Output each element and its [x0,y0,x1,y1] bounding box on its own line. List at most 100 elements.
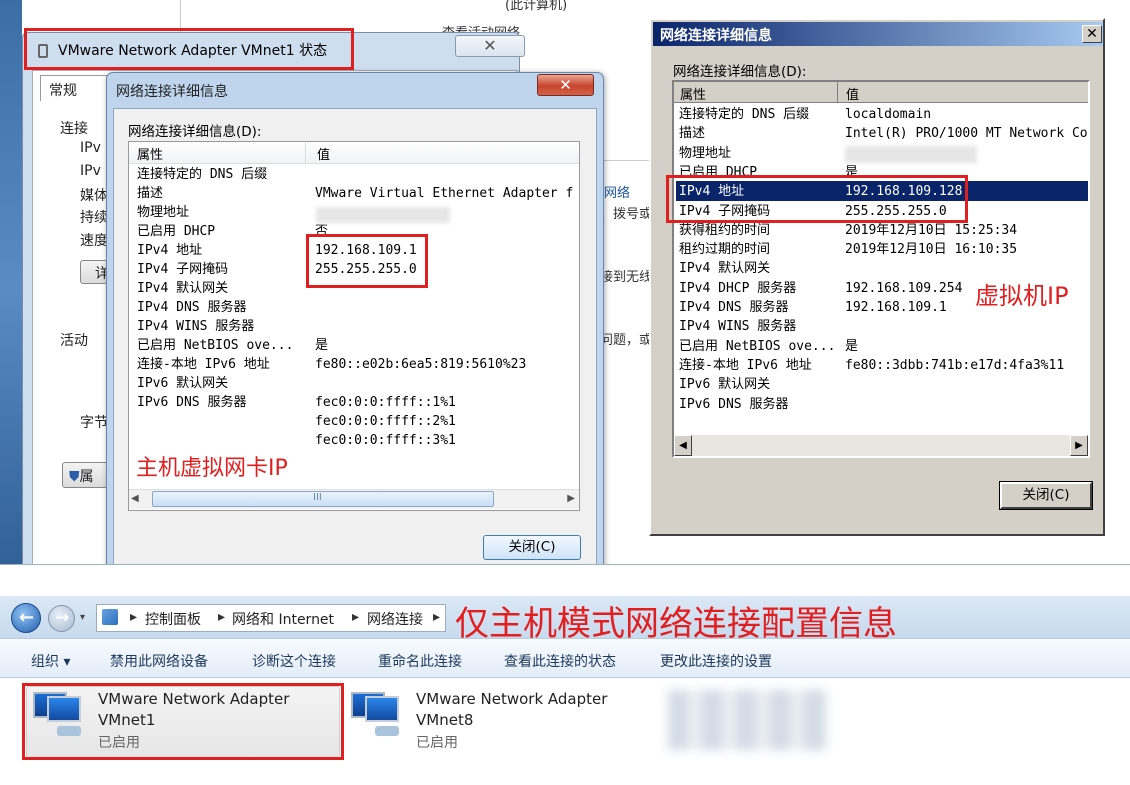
detail-property[interactable]: 连接-本地 IPv6 地址 [679,356,812,375]
scroll-right-icon[interactable]: ▶ [1070,435,1088,456]
breadcrumb-item[interactable]: 网络连接 [367,609,423,629]
detail-value[interactable]: VMware Virtual Ethernet Adapter f [315,184,573,203]
detail-property[interactable]: 已启用 NetBIOS ove... [679,337,835,356]
detail-property[interactable]: 已启用 DHCP [137,222,215,241]
bg-dial-text: 、拨号或 [600,207,653,222]
bg-connect-text: 接到无线 [600,270,653,285]
network-adapter-icon [351,690,403,736]
detail-property[interactable]: IPv4 DNS 服务器 [137,298,246,317]
detail-property[interactable]: 连接特定的 DNS 后缀 [137,165,267,184]
detail-value[interactable]: 是 [845,337,858,356]
detail-property[interactable]: IPv4 DNS 服务器 [679,298,788,317]
detail-value[interactable]: 192.168.109.254 [845,279,962,298]
status-close-button[interactable]: ✕ [455,35,525,57]
properties-button[interactable]: ⛊属 [62,462,110,488]
blurred-mac-address [316,207,450,223]
status-row: IPv [80,140,101,156]
blurred-mac-address [845,146,977,163]
detail-property[interactable]: 租约过期的时间 [679,240,770,259]
detail-property[interactable]: IPv4 WINS 服务器 [137,317,254,336]
adapter-status: 已启用 [416,735,458,751]
details-label: 网络连接详细信息(D): [128,124,262,140]
column-divider [305,142,306,163]
scroll-left-icon[interactable]: ◀ [674,435,692,456]
toolbar-view-status[interactable]: 查看此连接的状态 [504,651,616,671]
annotation-box-vmnet1 [22,683,344,760]
column-header-property[interactable]: 属性 [137,144,163,163]
close-icon[interactable]: ✕ [1082,25,1102,43]
detail-value[interactable]: 2019年12月10日 16:10:35 [845,240,1017,259]
toolbar-rename[interactable]: 重命名此连接 [378,651,462,671]
detail-property[interactable]: 已启用 NetBIOS ove... [137,336,293,355]
detail-value[interactable]: fec0:0:0:ffff::2%1 [315,412,456,431]
tab-general[interactable]: 常规 [40,75,108,101]
close-button[interactable]: 关闭(C) [999,481,1093,510]
details-dialog-title: 网络连接详细信息 [116,84,228,100]
breadcrumb-separator[interactable]: ▸ [433,609,440,625]
breadcrumb-item[interactable]: 控制面板 [145,609,201,629]
breadcrumb-separator[interactable]: ▸ [218,609,225,625]
detail-property[interactable]: IPv4 默认网关 [679,259,770,278]
detail-property[interactable]: 物理地址 [679,144,731,163]
annotation-box-vm-ip [666,175,968,223]
scroll-grip: III [313,492,322,503]
toolbar-disable-device[interactable]: 禁用此网络设备 [110,651,208,671]
status-row: IPv [80,163,101,179]
detail-value[interactable]: fec0:0:0:ffff::3%1 [315,431,456,450]
detail-property[interactable]: IPv4 默认网关 [137,279,228,298]
annotation-box-status-title [24,28,354,70]
detail-value[interactable]: fe80::e02b:6ea5:819:5610%23 [315,355,526,374]
annotation-host-ip: 主机虚拟网卡IP [136,456,288,481]
desktop-background [0,0,22,575]
detail-property[interactable]: IPv4 子网掩码 [137,260,228,279]
horizontal-scrollbar[interactable]: ◀ ▶ [674,435,1088,456]
detail-property[interactable]: 描述 [137,184,163,203]
column-header-property[interactable]: 属性 [680,84,706,103]
detail-property[interactable]: 获得租约的时间 [679,221,770,240]
breadcrumb-separator[interactable]: ▸ [130,609,137,625]
detail-property[interactable]: IPv6 默认网关 [137,374,228,393]
back-arrow-icon[interactable]: ← [11,603,41,633]
details-list-header: 属性 值 [674,82,1088,103]
detail-value[interactable]: fe80::3dbb:741b:e17d:4fa3%11 [845,356,1064,375]
detail-value[interactable]: 192.168.109.1 [845,298,947,317]
history-dropdown-icon[interactable]: ▾ [80,612,85,623]
column-header-value[interactable]: 值 [846,84,859,103]
column-header-value[interactable]: 值 [317,144,330,163]
toolbar-diagnose[interactable]: 诊断这个连接 [252,651,336,671]
close-icon[interactable]: ✕ [537,74,594,96]
detail-value[interactable]: localdomain [845,105,931,124]
control-panel-icon [102,609,118,625]
bg-link-text[interactable]: 网络 [604,182,630,201]
scroll-left-icon[interactable]: ◀ [131,493,139,504]
detail-property[interactable]: 连接特定的 DNS 后缀 [679,105,809,124]
bytes-label: 字节 [80,415,108,431]
scroll-right-icon[interactable]: ▶ [567,493,575,504]
scrollbar-thumb[interactable]: III [152,491,494,507]
toolbar-organize[interactable]: 组织 ▾ [31,651,70,671]
status-row: 持续 [80,210,108,226]
toolbar-change-settings[interactable]: 更改此连接的设置 [660,651,772,671]
properties-button-label: 属 [79,469,94,485]
detail-property[interactable]: IPv6 默认网关 [679,375,770,394]
detail-property[interactable]: IPv6 DNS 服务器 [679,395,788,414]
adapter-name: VMware Network Adapter [416,690,608,708]
detail-value[interactable]: Intel(R) PRO/1000 MT Network Conn [845,124,1088,143]
bg-problem-text: 问题，或 [600,333,653,348]
details-list-header: 属性 值 [129,142,579,164]
detail-value[interactable]: fec0:0:0:ffff::1%1 [315,393,456,412]
details-dialog-vm-title: 网络连接详细信息 [660,28,772,44]
detail-property[interactable]: 物理地址 [137,203,189,222]
detail-property[interactable]: IPv4 WINS 服务器 [679,317,796,336]
detail-property[interactable]: 描述 [679,124,705,143]
detail-property[interactable]: IPv4 DHCP 服务器 [679,279,796,298]
detail-value[interactable]: 是 [315,336,328,355]
breadcrumb-separator[interactable]: ▸ [352,609,359,625]
detail-value[interactable]: 2019年12月10日 15:25:34 [845,221,1017,240]
forward-arrow-icon[interactable]: → [48,605,75,632]
detail-property[interactable]: IPv6 DNS 服务器 [137,393,246,412]
close-button[interactable]: 关闭(C) [483,535,581,560]
breadcrumb-item[interactable]: 网络和 Internet [232,609,334,629]
detail-property[interactable]: IPv4 地址 [137,241,202,260]
detail-property[interactable]: 连接-本地 IPv6 地址 [137,355,270,374]
